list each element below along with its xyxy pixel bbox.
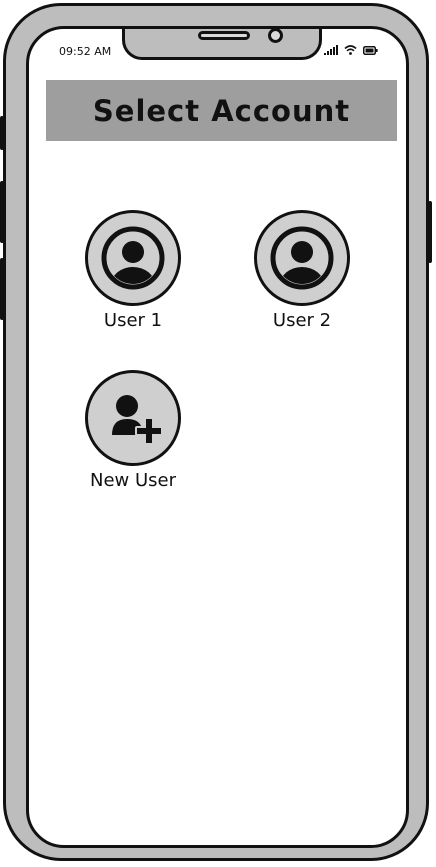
avatar (254, 210, 350, 306)
battery-icon (363, 45, 378, 55)
account-user-1-button[interactable]: User 1 (63, 210, 203, 331)
front-camera (268, 29, 283, 43)
avatar (85, 370, 181, 466)
user-profile-icon (270, 226, 334, 290)
account-label: New User (89, 470, 176, 491)
power-button (428, 201, 432, 263)
phone-screen: 09:52 AM Select Account User 1 User 2 Ne… (26, 26, 409, 848)
notch (122, 29, 322, 60)
cellular-signal-icon (324, 45, 338, 55)
wifi-icon (344, 45, 357, 55)
account-user-2-button[interactable]: User 2 (232, 210, 372, 331)
phone-frame: 09:52 AM Select Account User 1 User 2 Ne… (0, 3, 432, 861)
account-label: User 1 (103, 310, 163, 331)
silent-switch (0, 116, 4, 150)
volume-down-button (0, 258, 4, 320)
user-profile-icon (101, 226, 165, 290)
avatar (85, 210, 181, 306)
add-user-icon (112, 395, 163, 445)
page-header: Select Account (46, 80, 397, 141)
page-title: Select Account (92, 93, 351, 128)
status-time: 09:52 AM (59, 45, 112, 58)
speaker-grille (198, 31, 250, 40)
account-label: User 2 (272, 310, 332, 331)
status-icons (324, 45, 378, 55)
volume-up-button (0, 181, 4, 243)
new-user-button[interactable]: New User (63, 370, 203, 491)
